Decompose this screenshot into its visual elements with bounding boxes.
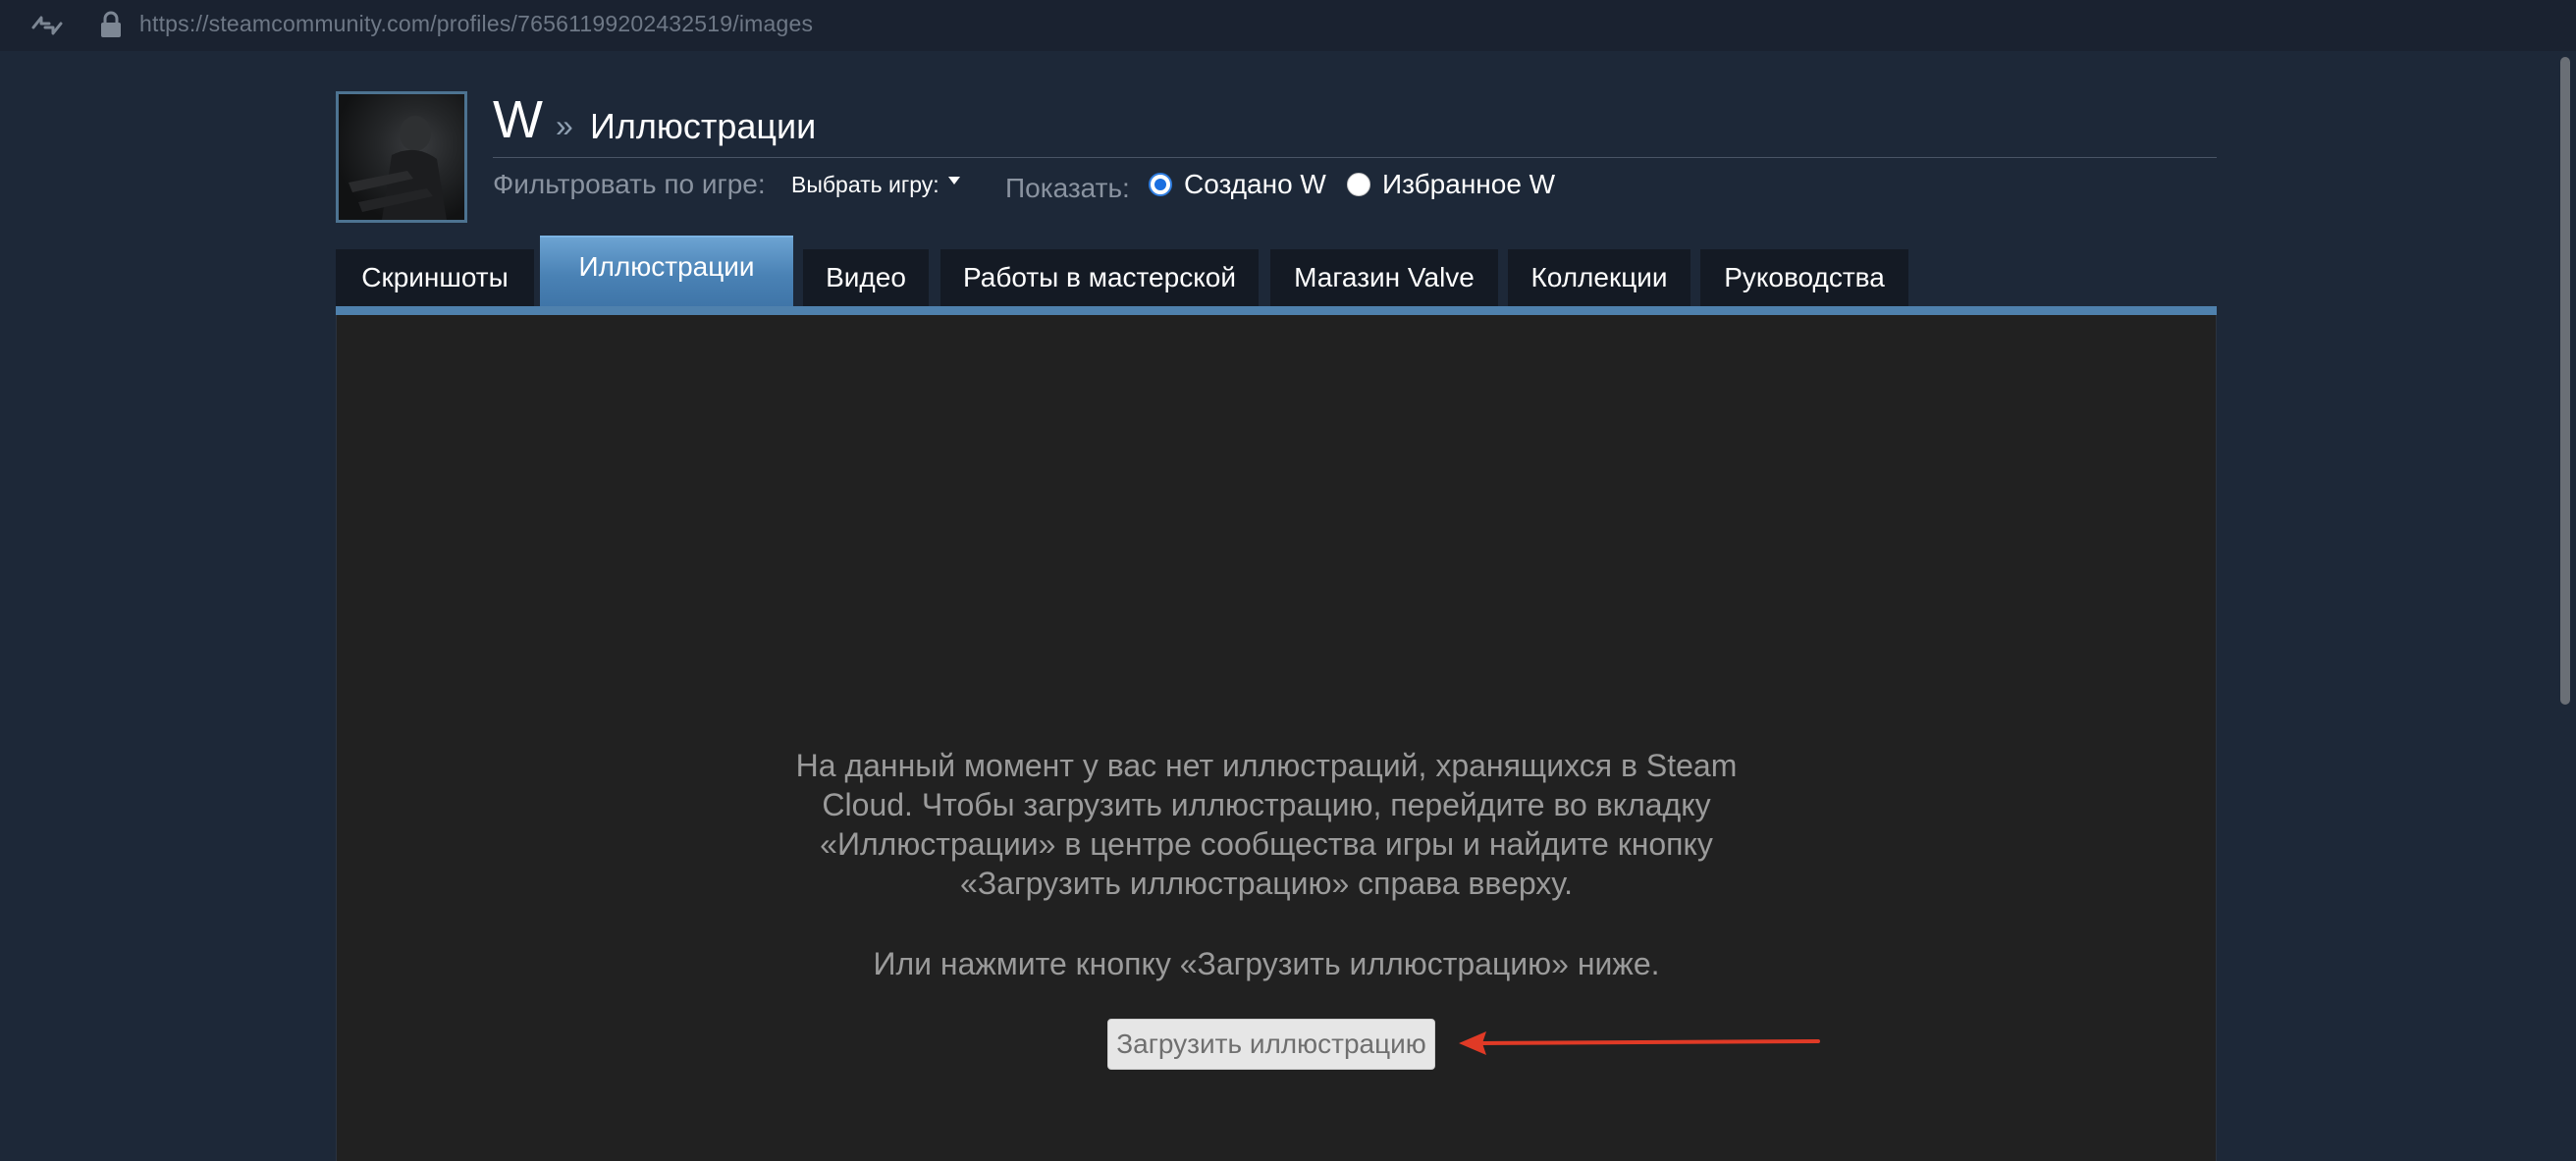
radio-favorite-button[interactable] [1347,173,1370,196]
radio-created-label: Создано W [1184,169,1326,199]
avatar[interactable] [336,91,467,223]
upload-artwork-button[interactable]: Загрузить иллюстрацию [1107,1019,1435,1070]
radio-favorite-label: Избранное W [1382,169,1556,199]
empty-state-hint: Или нажмите кнопку «Загрузить иллюстраци… [873,946,1660,981]
tab-videos[interactable]: Видео [803,249,929,306]
tab-valve-store[interactable]: Магазин Valve [1270,249,1498,306]
avatar-image [349,116,447,220]
annotation-arrow-icon [1459,1031,1820,1055]
radio-favorite-option[interactable]: Избранное W [1347,167,1555,202]
radio-created-option[interactable]: Создано W [1149,167,1326,202]
profile-name[interactable]: W [493,88,543,151]
game-select-dropdown[interactable]: Выбрать игру: [791,169,961,200]
game-select-value: Выбрать игру: [791,172,939,197]
url-text[interactable]: https://steamcommunity.com/profiles/7656… [139,11,813,37]
header-divider [493,157,2217,158]
lock-icon [101,11,121,37]
sync-icon[interactable] [27,12,67,39]
tab-collections[interactable]: Коллекции [1508,249,1690,306]
tab-screenshots[interactable]: Скриншоты [336,249,534,306]
tab-workshop-items[interactable]: Работы в мастерской [940,249,1259,306]
caret-down-icon [947,177,960,185]
browser-url-bar[interactable]: https://steamcommunity.com/profiles/7656… [0,0,2576,51]
empty-state-message: На данный момент у вас нет иллюстраций, … [795,748,1738,901]
page-title: Иллюстрации [590,106,817,146]
show-label: Показать: [1005,173,1130,203]
filter-by-game-label: Фильтровать по игре: [493,169,766,199]
tab-guides[interactable]: Руководства [1700,249,1908,306]
scrollbar-thumb[interactable] [2560,57,2570,705]
breadcrumb-separator: » [556,108,573,143]
tab-artwork[interactable]: Иллюстрации [540,236,793,306]
tabs-underline [336,306,2217,315]
radio-created-button[interactable] [1149,173,1172,196]
